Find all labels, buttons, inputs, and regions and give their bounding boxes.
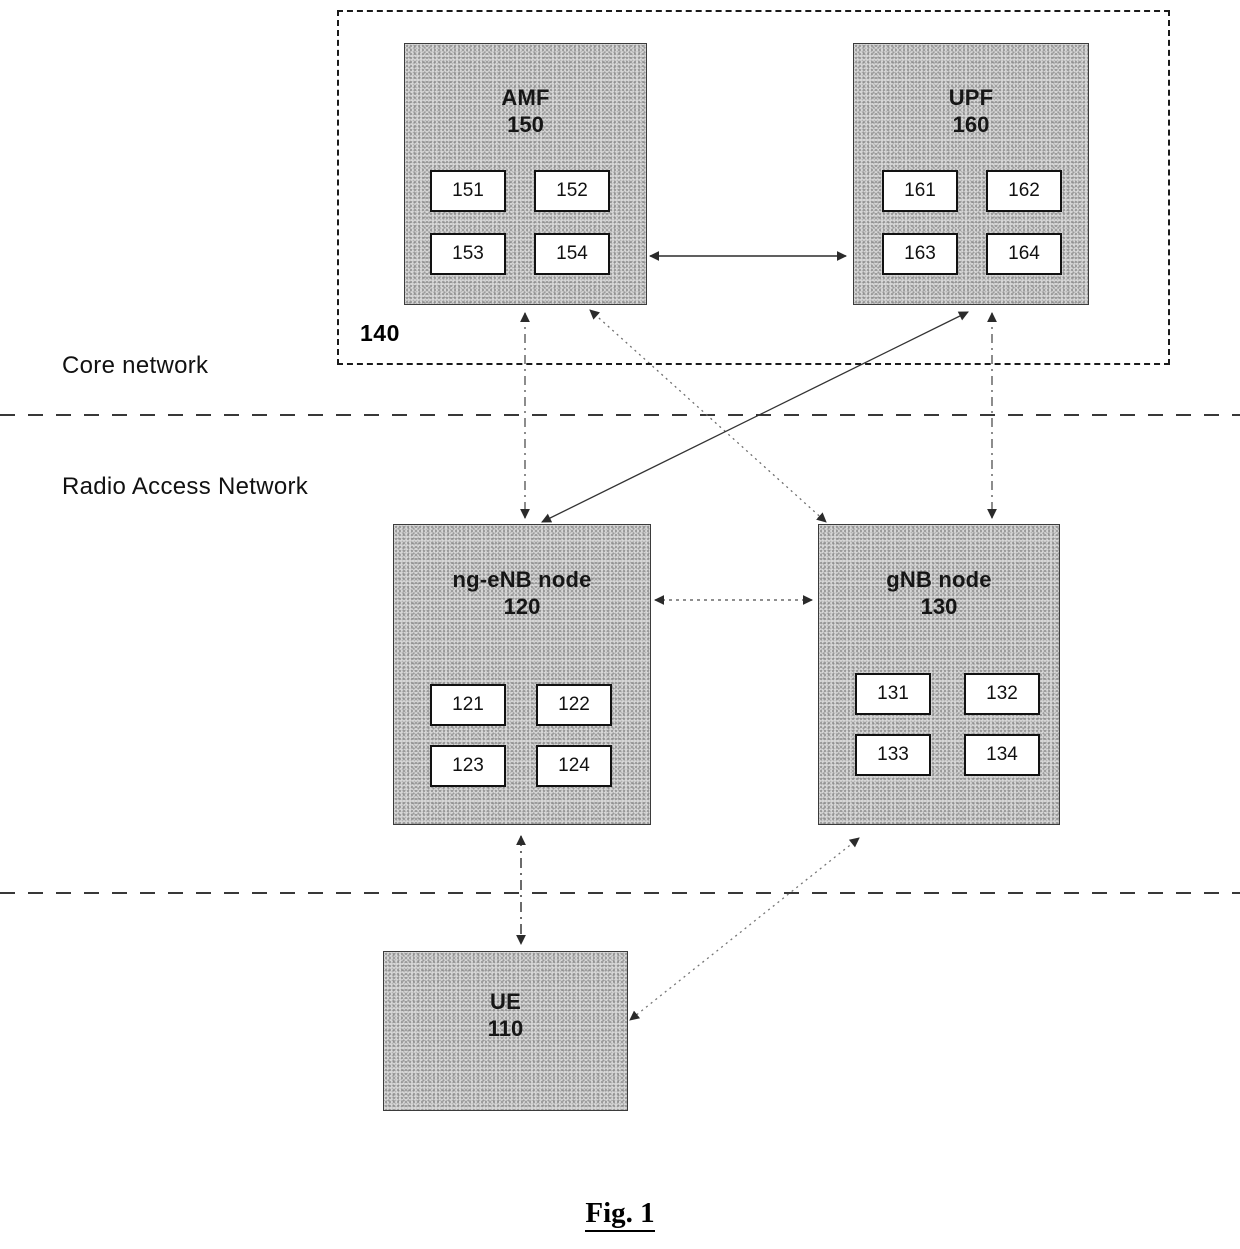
node-ng-enb-title: ng-eNB node xyxy=(452,567,592,592)
node-ng-enb-ref: 120 xyxy=(503,594,541,619)
core-network-boundary-ref: 140 xyxy=(360,320,400,346)
node-amf[interactable]: AMF 150 151 152 153 154 xyxy=(404,43,647,305)
subbox-121[interactable]: 121 xyxy=(430,684,506,726)
node-upf-ref: 160 xyxy=(952,112,990,137)
node-upf-title: UPF xyxy=(948,85,994,110)
subbox-154[interactable]: 154 xyxy=(534,233,610,275)
figure-caption-text: Fig. 1 xyxy=(585,1197,655,1232)
subbox-164[interactable]: 164 xyxy=(986,233,1062,275)
label-core-network: Core network xyxy=(62,352,209,379)
node-gnb-ref: 130 xyxy=(920,594,958,619)
subbox-151[interactable]: 151 xyxy=(430,170,506,212)
subbox-134[interactable]: 134 xyxy=(964,734,1040,776)
node-amf-ref: 150 xyxy=(507,112,544,137)
subbox-161[interactable]: 161 xyxy=(882,170,958,212)
figure-caption: Fig. 1 xyxy=(0,1197,1240,1232)
node-ue-ref: 110 xyxy=(487,1016,524,1041)
subbox-163[interactable]: 163 xyxy=(882,233,958,275)
node-ng-enb[interactable]: ng-eNB node 120 121 122 123 124 xyxy=(393,524,651,825)
figure-canvas: 140 AMF 150 151 152 153 154 UPF 160 161 … xyxy=(0,0,1240,1249)
subbox-132[interactable]: 132 xyxy=(964,673,1040,715)
subbox-122[interactable]: 122 xyxy=(536,684,612,726)
node-ue[interactable]: UE 110 xyxy=(383,951,628,1111)
node-ue-title: UE xyxy=(490,989,521,1014)
subbox-131[interactable]: 131 xyxy=(855,673,931,715)
subbox-124[interactable]: 124 xyxy=(536,745,612,787)
label-radio-access-network: Radio Access Network xyxy=(62,473,309,500)
link-ue-gnb xyxy=(629,837,860,1021)
node-gnb[interactable]: gNB node 130 131 132 133 134 xyxy=(818,524,1060,825)
subbox-123[interactable]: 123 xyxy=(430,745,506,787)
subbox-152[interactable]: 152 xyxy=(534,170,610,212)
node-amf-title: AMF xyxy=(501,85,550,110)
node-upf[interactable]: UPF 160 161 162 163 164 xyxy=(853,43,1089,305)
node-gnb-title: gNB node xyxy=(886,567,992,592)
subbox-133[interactable]: 133 xyxy=(855,734,931,776)
subbox-162[interactable]: 162 xyxy=(986,170,1062,212)
subbox-153[interactable]: 153 xyxy=(430,233,506,275)
